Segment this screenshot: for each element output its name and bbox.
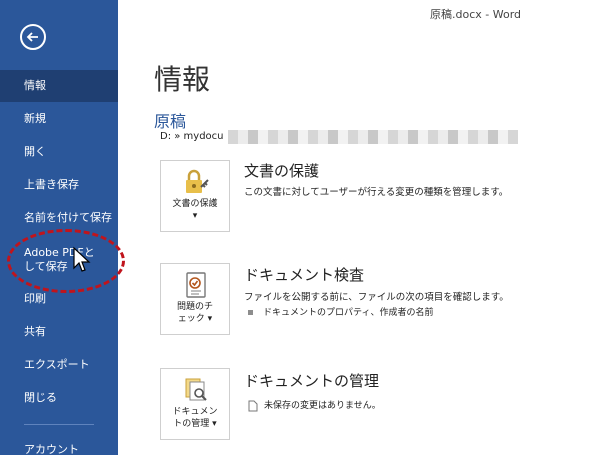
sidebar-divider [24, 424, 94, 425]
sidebar-item-close[interactable]: 閉じる [0, 382, 118, 414]
sidebar-item-info[interactable]: 情報 [0, 70, 118, 102]
sidebar-item-label: アカウント [24, 443, 79, 456]
manage-document-icon [185, 378, 207, 401]
sidebar-item-label: 開く [24, 145, 46, 158]
window-title: 原稿.docx - Word [430, 8, 522, 21]
redacted-path [228, 130, 518, 144]
inspect-document-title: ドキュメント検査 [244, 266, 365, 284]
bullet-square-icon [248, 310, 253, 315]
mouse-cursor-icon [73, 246, 91, 272]
sidebar-item-label: 共有 [24, 325, 46, 338]
sidebar-item-save[interactable]: 上書き保存 [0, 169, 118, 201]
manage-document-label: ドキュメントの管理 ▾ [172, 407, 218, 429]
sidebar-item-share[interactable]: 共有 [0, 316, 118, 348]
sidebar-item-label: 印刷 [24, 292, 46, 305]
backstage-sidebar: 情報 新規 開く 上書き保存 名前を付けて保存 Adobe PDFとして保存 印… [0, 0, 118, 456]
document-path: D: » mydocu [160, 131, 224, 142]
lock-key-icon [186, 169, 209, 193]
sidebar-item-account[interactable]: アカウント [0, 434, 118, 466]
sidebar-item-new[interactable]: 新規 [0, 103, 118, 135]
protect-document-button[interactable]: 文書の保護 ▾ [160, 160, 230, 232]
sidebar-item-label: エクスポート [24, 358, 90, 371]
manage-document-button[interactable]: ドキュメントの管理 ▾ [160, 368, 230, 440]
back-arrow-icon[interactable] [20, 24, 46, 50]
check-for-issues-button[interactable]: 問題のチェック ▾ [160, 263, 230, 335]
highlight-annotation [7, 229, 125, 293]
inspect-bullet: ドキュメントのプロパティ、作成者の名前 [248, 305, 433, 318]
sidebar-item-label: 新規 [24, 112, 46, 125]
protect-document-description: この文書に対してユーザーが行える変更の種類を管理します。 [244, 187, 509, 198]
sidebar-item-label: 名前を付けて保存 [24, 211, 112, 224]
protect-document-title: 文書の保護 [244, 162, 320, 180]
protect-document-label: 文書の保護 ▾ [172, 199, 218, 221]
document-icon [248, 400, 258, 411]
inspect-document-description: ファイルを公開する前に、ファイルの次の項目を確認します。 [244, 292, 509, 303]
inspect-bullet-text: ドキュメントのプロパティ、作成者の名前 [263, 308, 434, 318]
manage-bullet: 未保存の変更はありません。 [248, 398, 381, 412]
manage-document-title: ドキュメントの管理 [244, 372, 380, 390]
page-title: 情報 [154, 63, 211, 96]
sidebar-item-label: 情報 [24, 79, 46, 92]
document-name: 原稿 [154, 112, 187, 131]
inspect-document-icon [186, 272, 206, 298]
sidebar-item-open[interactable]: 開く [0, 136, 118, 168]
check-for-issues-label: 問題のチェック ▾ [176, 302, 213, 324]
sidebar-item-label: 上書き保存 [24, 178, 79, 191]
sidebar-item-label: 閉じる [24, 391, 57, 404]
manage-bullet-text: 未保存の変更はありません。 [264, 401, 381, 411]
sidebar-item-export[interactable]: エクスポート [0, 349, 118, 381]
